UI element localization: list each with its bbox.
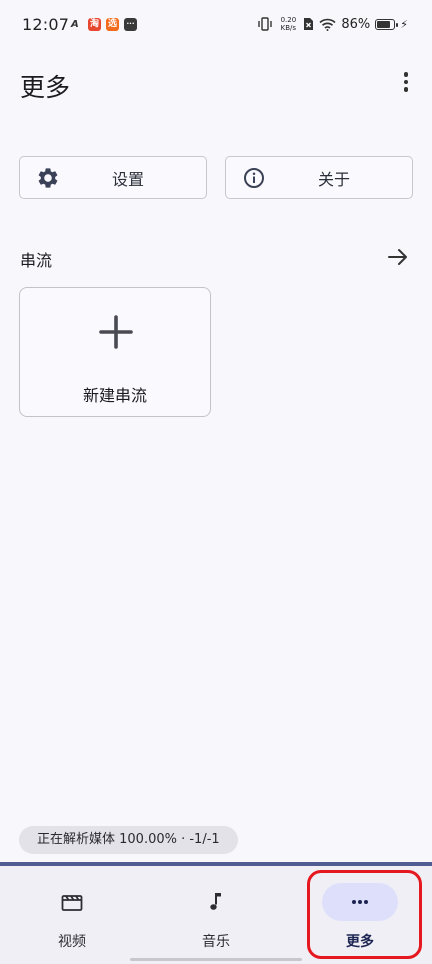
highlight-annotation bbox=[307, 870, 422, 959]
nav-item-video[interactable]: 视频 bbox=[0, 866, 144, 964]
page-title: 更多 bbox=[20, 73, 71, 102]
screen: 12:07 A 淘 选 ··· 0.20 KB/s 86% ⚡ 更多 设置 关于… bbox=[0, 0, 432, 964]
taobao-app-icon: 淘 bbox=[88, 18, 101, 31]
status-right: 0.20 KB/s 86% ⚡ bbox=[257, 16, 408, 32]
dot bbox=[403, 79, 409, 85]
home-indicator[interactable] bbox=[130, 958, 302, 961]
dot bbox=[403, 87, 409, 92]
overflow-menu-button[interactable] bbox=[392, 66, 420, 98]
battery-percent: 86% bbox=[341, 16, 371, 32]
new-stream-card[interactable]: 新建串流 bbox=[19, 287, 211, 417]
info-icon bbox=[244, 168, 264, 188]
no-sim-icon bbox=[304, 18, 314, 30]
battery-icon bbox=[375, 18, 399, 30]
clapperboard-icon bbox=[61, 895, 83, 911]
gear-icon bbox=[38, 168, 58, 188]
dot bbox=[403, 72, 409, 77]
nav-item-music[interactable]: 音乐 bbox=[144, 866, 288, 964]
streams-section-title: 串流 bbox=[20, 251, 53, 270]
nav-label-video: 视频 bbox=[58, 934, 86, 950]
new-stream-label: 新建串流 bbox=[82, 386, 147, 405]
music-note-icon bbox=[210, 893, 221, 910]
settings-button[interactable]: 设置 bbox=[19, 156, 207, 199]
status-bar: 12:07 A 淘 选 ··· 0.20 KB/s 86% ⚡ bbox=[0, 0, 432, 52]
battery-fill bbox=[377, 20, 391, 28]
plus-icon bbox=[99, 315, 133, 349]
nav-label-music: 音乐 bbox=[202, 934, 230, 950]
status-time: 12:07 bbox=[22, 15, 70, 34]
network-speed: 0.20 KB/s bbox=[280, 16, 297, 32]
about-button[interactable]: 关于 bbox=[225, 156, 413, 199]
media-parse-progress: 正在解析媒体 100.00% · -1/-1 bbox=[19, 826, 238, 854]
vibrate-icon bbox=[258, 17, 273, 31]
arrow-right-icon[interactable] bbox=[386, 245, 410, 269]
notification-a-icon: A bbox=[71, 19, 79, 30]
shopping-app-icon: 选 bbox=[106, 18, 119, 31]
charging-icon: ⚡ bbox=[400, 17, 408, 31]
notification-icons: A 淘 选 ··· bbox=[71, 18, 137, 31]
wifi-icon bbox=[319, 18, 336, 31]
more-notifications-icon: ··· bbox=[124, 18, 137, 31]
